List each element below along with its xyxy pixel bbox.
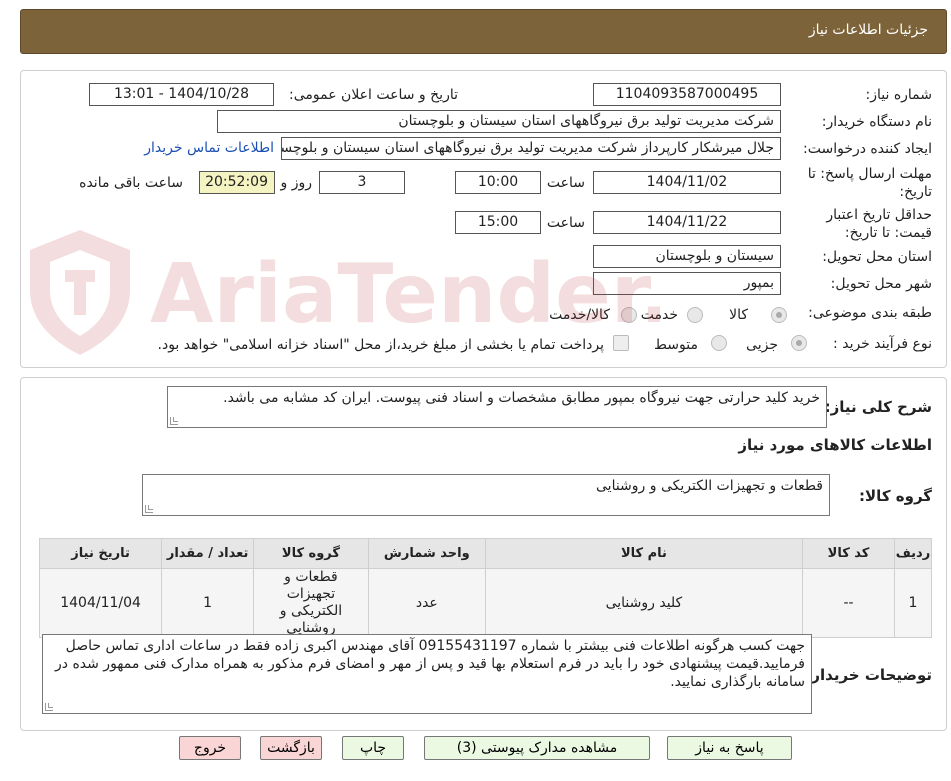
- remaining-time-field: 20:52:09: [199, 171, 275, 194]
- deadline-time-label: ساعت: [546, 175, 585, 191]
- goods-section-title: اطلاعات کالاهای مورد نیاز: [738, 436, 932, 454]
- announce-date-field: 1404/10/28 - 13:01: [89, 83, 274, 106]
- page-header: جزئیات اطلاعات نیاز: [20, 9, 947, 54]
- buyer-org-label: نام دستگاه خریدار:: [821, 114, 932, 130]
- creator-label: ایجاد کننده درخواست:: [803, 141, 932, 157]
- category-option-goods: کالا: [729, 307, 748, 323]
- description-label: شرح کلی نیاز:: [824, 398, 932, 416]
- cell-qty: 1: [161, 568, 255, 638]
- days-field: 3: [319, 171, 405, 194]
- col-date: تاریخ نیاز: [38, 538, 163, 569]
- category-option-service: خدمت: [640, 307, 678, 323]
- days-label: روز و: [280, 175, 313, 191]
- deadline-date-field: 1404/11/02: [593, 171, 781, 194]
- category-radio-goods-service[interactable]: [621, 307, 637, 323]
- cell-row: 1: [893, 568, 933, 638]
- page-title: جزئیات اطلاعات نیاز: [808, 22, 928, 38]
- deadline-label-line2: تاریخ:: [899, 184, 932, 200]
- province-field: سیستان و بلوچستان: [593, 245, 781, 268]
- print-button[interactable]: چاپ: [342, 736, 404, 760]
- validity-label: حداقل تاریخ اعتبار: [826, 207, 932, 223]
- buyer-notes-text: جهت کسب هرگونه اطلاعات فنی بیشتر با شمار…: [55, 638, 805, 690]
- category-radio-service[interactable]: [687, 307, 703, 323]
- col-code: کد کالا: [802, 538, 895, 569]
- process-label: نوع فرآیند خرید :: [833, 336, 932, 352]
- description-text: خرید کلید حرارتی جهت نیروگاه بمپور مطابق…: [223, 390, 820, 406]
- need-items-panel: شرح کلی نیاز: خرید کلید حرارتی جهت نیروگ…: [20, 377, 947, 731]
- process-option-minor: جزیی: [746, 337, 778, 353]
- col-unit: واحد شمارش: [367, 538, 486, 569]
- validity-label-line2: قیمت: تا تاریخ:: [844, 225, 932, 241]
- category-option-goods-service: کالا/خدمت: [549, 307, 610, 323]
- buyer-notes-textarea[interactable]: جهت کسب هرگونه اطلاعات فنی بیشتر با شمار…: [42, 634, 812, 714]
- resize-grip-icon[interactable]: [170, 417, 178, 425]
- col-row: ردیف: [893, 538, 933, 569]
- province-label: استان محل تحویل:: [822, 249, 932, 265]
- announce-date-label: تاریخ و ساعت اعلان عمومی:: [289, 87, 458, 103]
- process-radio-minor[interactable]: [791, 335, 807, 351]
- goods-group-textarea[interactable]: قطعات و تجهیزات الکتریکی و روشنایی: [142, 474, 830, 516]
- resize-grip-icon[interactable]: [145, 505, 153, 513]
- exit-button[interactable]: خروج: [179, 736, 241, 760]
- cell-date: 1404/11/04: [38, 568, 163, 638]
- goods-group-text: قطعات و تجهیزات الکتریکی و روشنایی: [596, 478, 823, 494]
- cell-unit: عدد: [367, 568, 486, 638]
- buyer-org-field: شرکت مدیریت تولید برق نیروگاههای استان س…: [217, 110, 781, 133]
- reply-to-need-button[interactable]: پاسخ به نیاز: [667, 736, 792, 760]
- goods-group-label: گروه کالا:: [859, 487, 932, 505]
- col-name: نام کالا: [484, 538, 804, 569]
- process-radio-medium[interactable]: [711, 335, 727, 351]
- need-number-field: 1104093587000495: [593, 83, 781, 106]
- treasury-text: پرداخت تمام یا بخشی از مبلغ خرید،از محل …: [157, 337, 604, 353]
- buyer-contact-link[interactable]: اطلاعات تماس خریدار: [144, 140, 274, 156]
- cell-name: کلید روشنایی: [484, 568, 804, 638]
- deadline-label: مهلت ارسال پاسخ: تا: [807, 166, 932, 182]
- goods-table: ردیف کد کالا نام کالا واحد شمارش گروه کا…: [38, 538, 933, 638]
- category-radio-goods[interactable]: [771, 307, 787, 323]
- cell-code: --: [802, 568, 895, 638]
- validity-date-field: 1404/11/22: [593, 211, 781, 234]
- goods-table-header: ردیف کد کالا نام کالا واحد شمارش گروه کا…: [38, 538, 933, 569]
- process-option-medium: متوسط: [654, 337, 698, 353]
- city-label: شهر محل تحویل:: [830, 276, 932, 292]
- creator-field: جلال میرشکار کارپرداز شرکت مدیریت تولید …: [281, 137, 781, 160]
- deadline-time-field: 10:00: [455, 171, 541, 194]
- description-textarea[interactable]: خرید کلید حرارتی جهت نیروگاه بمپور مطابق…: [167, 386, 827, 428]
- view-attachments-button[interactable]: مشاهده مدارک پیوستی (3): [424, 736, 650, 760]
- buyer-notes-label: توضیحات خریدار:: [805, 666, 932, 684]
- validity-time-field: 15:00: [455, 211, 541, 234]
- cell-group: قطعات و تجهیزات الکتریکی و روشنایی: [253, 568, 369, 638]
- validity-time-label: ساعت: [546, 215, 585, 231]
- city-field: بمپور: [593, 272, 781, 295]
- resize-grip-icon[interactable]: [45, 703, 53, 711]
- col-qty: تعداد / مقدار: [161, 538, 255, 569]
- need-details-panel: شماره نیاز: 1104093587000495 تاریخ و ساع…: [20, 70, 947, 368]
- back-button[interactable]: بازگشت: [260, 736, 322, 760]
- need-number-label: شماره نیاز:: [865, 87, 933, 103]
- remaining-time-label: ساعت باقی مانده: [79, 175, 183, 191]
- col-group: گروه کالا: [253, 538, 369, 569]
- table-row: 1 -- کلید روشنایی عدد قطعات و تجهیزات ال…: [38, 568, 933, 638]
- category-label: طبقه بندی موضوعی:: [808, 305, 932, 321]
- treasury-checkbox[interactable]: [613, 335, 629, 351]
